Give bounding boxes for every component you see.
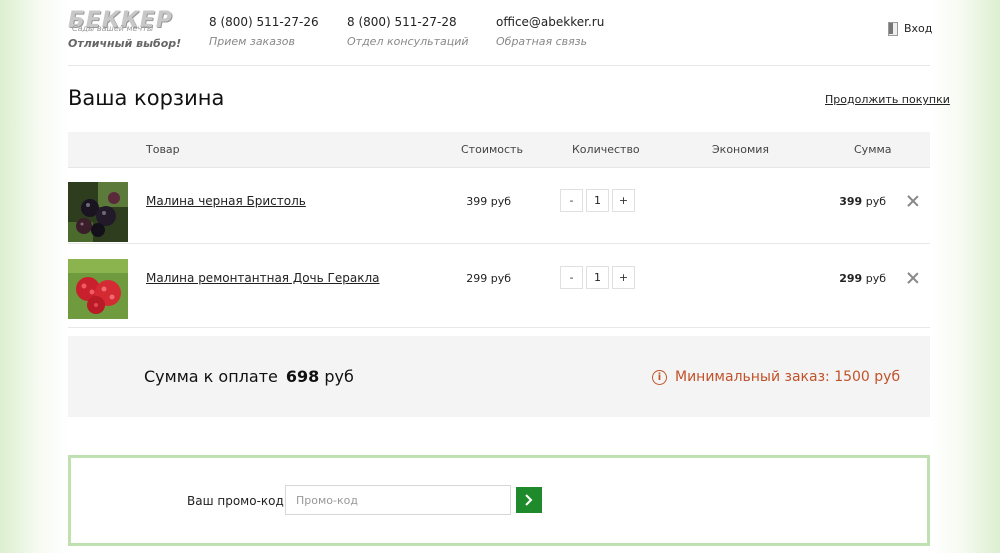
email-link[interactable]: office@abekker.ru (496, 15, 604, 29)
quantity-value[interactable]: 1 (586, 266, 609, 289)
header-divider (68, 65, 930, 66)
total-to-pay: Сумма к оплате 698 руб (144, 367, 354, 386)
column-quantity: Количество (572, 143, 640, 156)
phone-consult[interactable]: 8 (800) 511-27-28 (347, 15, 469, 29)
min-order-notice: i Минимальный заказ: 1500 руб (652, 369, 900, 385)
quantity-stepper: - 1 + (560, 266, 635, 289)
quantity-value[interactable]: 1 (586, 189, 609, 212)
increase-button[interactable]: + (612, 189, 635, 212)
promo-section: Ваш промо-код (68, 455, 930, 546)
item-sum-unit: руб (865, 272, 886, 285)
decrease-button[interactable]: - (560, 266, 583, 289)
promo-code-input[interactable] (285, 485, 511, 515)
contact-consult: 8 (800) 511-27-28 Отдел консультаций (347, 15, 469, 48)
promo-submit-button[interactable] (516, 487, 542, 513)
red-raspberry-image[interactable] (68, 259, 128, 319)
phone-orders-caption: Прием заказов (209, 35, 296, 48)
item-sum-unit: руб (865, 195, 886, 208)
order-total-panel: Сумма к оплате 698 руб i Минимальный зака… (68, 336, 930, 417)
logo[interactable]: БЕККЕР Сады вашей мечты Отличный выбор! (68, 8, 181, 54)
logo-subtitle: Сады вашей мечты (72, 24, 154, 33)
phone-orders[interactable]: 8 (800) 511-27-26 (209, 15, 319, 29)
continue-shopping-link[interactable]: Продолжить покупки (825, 93, 950, 106)
decrease-button[interactable]: - (560, 189, 583, 212)
increase-button[interactable]: + (612, 266, 635, 289)
column-savings: Экономия (712, 143, 770, 156)
cart-row: Малина ремонтантная Дочь Геракла 299 руб… (68, 251, 930, 328)
phone-consult-caption: Отдел консультаций (347, 35, 469, 48)
page-title: Ваша корзина (68, 86, 225, 110)
item-sum-value: 399 (839, 195, 863, 208)
remove-icon[interactable] (906, 271, 920, 285)
email-caption: Обратная связь (496, 35, 588, 48)
item-price: 399 руб (466, 195, 511, 208)
product-link[interactable]: Малина ремонтантная Дочь Геракла (146, 271, 379, 285)
total-unit: руб (324, 367, 354, 386)
item-sum: 299 руб (786, 272, 886, 285)
column-sum: Сумма (854, 143, 892, 156)
column-price: Стоимость (461, 143, 523, 156)
chevron-right-icon (525, 494, 533, 506)
remove-icon[interactable] (906, 194, 920, 208)
total-amount: 698 (285, 367, 320, 386)
item-price: 299 руб (466, 272, 511, 285)
contact-orders: 8 (800) 511-27-26 Прием заказов (209, 15, 319, 48)
tagline: Отличный выбор! (68, 37, 182, 50)
quantity-stepper: - 1 + (560, 189, 635, 212)
item-sum-value: 299 (839, 272, 863, 285)
min-order-text: Минимальный заказ: 1500 руб (675, 369, 901, 385)
cart-table-header: Товар Стоимость Количество Экономия Сумм… (68, 132, 930, 168)
login-link[interactable]: Вход (888, 22, 933, 36)
login-label: Вход (904, 22, 933, 35)
info-icon: i (652, 369, 667, 385)
product-link[interactable]: Малина черная Бристоль (146, 194, 306, 208)
contact-email: office@abekker.ru Обратная связь (496, 15, 604, 48)
black-raspberry-image[interactable] (68, 182, 128, 242)
column-product: Товар (146, 143, 180, 156)
promo-label: Ваш промо-код (187, 494, 284, 508)
total-label: Сумма к оплате (144, 367, 278, 386)
door-icon (888, 22, 898, 36)
item-sum: 399 руб (786, 195, 886, 208)
cart-row: Малина черная Бристоль 399 руб - 1 + 399… (68, 167, 930, 244)
